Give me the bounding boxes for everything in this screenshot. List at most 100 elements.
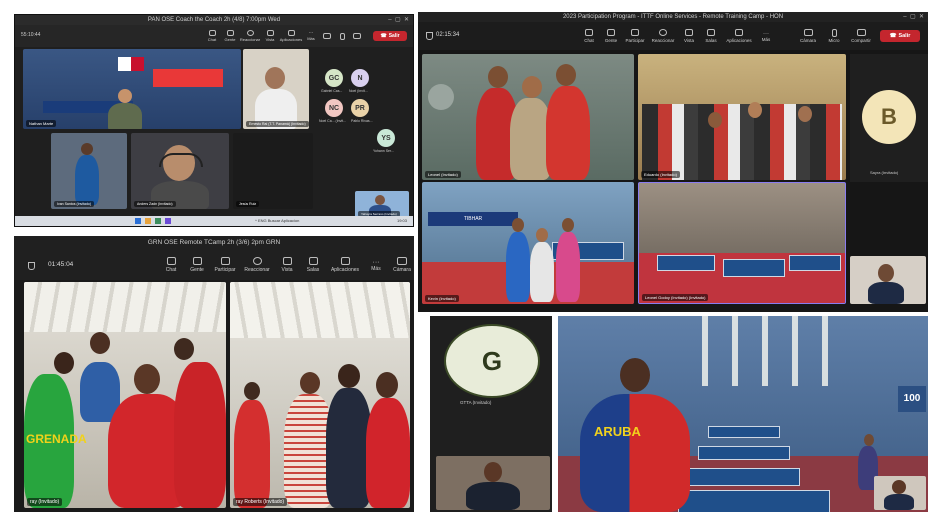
video-aruba-gym[interactable]: 100 ARUBA [558,316,928,512]
table-tennis-table [678,490,830,512]
tool-react[interactable]: Reaccionar [648,22,678,50]
person-head [54,352,74,374]
tool-more[interactable]: ··· Más [364,250,388,280]
person-body [506,232,530,302]
person-body [884,494,914,510]
window-title: PAN OSE Coach the Coach 2h (4/8) 7:00pm … [147,17,281,23]
tool-camera[interactable]: Cámara [388,250,414,280]
flag-panama [118,57,144,71]
tool-camera[interactable] [319,25,335,47]
tool-people[interactable]: Gente [221,25,239,47]
tool-view[interactable]: Vista [678,22,700,50]
taskbar-time: 19:03 [396,218,407,223]
avatar-label: Gabriel Cas... [321,89,343,93]
person-head [244,382,260,400]
tool-people[interactable]: Gente [184,250,210,280]
headset-icon [159,153,203,167]
video-tile-4[interactable]: Anders Zadn (Invitado) [131,133,229,209]
taskbar-icon[interactable] [145,218,151,224]
avatar-n[interactable]: N [351,69,369,87]
window-controls[interactable]: – ▢ ✕ [903,12,924,22]
person-head [864,434,874,446]
window-controls[interactable]: – ▢ ✕ [388,15,409,25]
tool-rooms[interactable]: Salas [700,22,722,50]
video-tile-1[interactable]: GRENADA ray (Invitado) [24,282,226,508]
person-head [118,89,132,103]
wall-sign: 100 [898,386,926,412]
video-tile-4[interactable]: Leonel Godoy (Invitado) (Invitado) [638,182,846,304]
tool-chat[interactable]: Chat [578,22,600,50]
avatar-gc[interactable]: GC [325,69,343,87]
tool-react[interactable]: Reaccionar [239,25,261,47]
video-tile-2[interactable]: ray Roberts (Invitado) [230,282,410,508]
emoji-icon [659,29,667,36]
avatar-nc[interactable]: NC [325,99,343,117]
tool-share[interactable] [349,25,365,47]
participant-name: Nathan Marte [26,120,57,127]
tool-rooms[interactable]: Salas [300,250,326,280]
video-tile-1[interactable]: Nathan Marte [23,49,241,129]
shirt-text: ARUBA [594,424,641,439]
person-head [375,195,385,205]
avatar-pr[interactable]: PR [351,99,369,117]
window-title-bar: 2023 Participation Program - ITTF Online… [418,12,928,22]
tool-apps[interactable]: Aplicaciones [326,250,364,280]
leave-button[interactable]: ☎ Salir [373,31,407,41]
leave-button[interactable]: ☎ Salir [880,30,920,42]
video-tile-2[interactable]: Eduardo (Invitado) [638,54,846,180]
meeting-timer: 55:10:44 [21,32,41,38]
tool-more[interactable]: ··· Más [756,22,776,50]
tool-raise-hand[interactable]: Participar [210,250,240,280]
participant-name: Leonel Godoy (Invitado) (Invitado) [642,294,709,301]
banner-text: TIBHAR [463,216,483,222]
tool-share[interactable]: Compartir [846,22,876,50]
avatar-b[interactable]: B [862,90,916,144]
person-body [530,242,554,302]
video-tile-6[interactable]: Yahayra Serrano (Invitado) [355,191,409,219]
tool-react[interactable]: Reaccionar [240,250,274,280]
person-head [556,64,576,86]
taskbar-icon[interactable] [165,218,171,224]
avatar-ys[interactable]: YS [377,129,395,147]
tool-more[interactable]: ··· Más [303,25,319,47]
tool-people[interactable]: Gente [600,22,622,50]
tool-mic[interactable] [335,25,349,47]
person-head [488,66,508,88]
windows-taskbar: ^ ENG Buscar Aplicacion 19:03 [15,216,413,226]
video-tile-5[interactable] [850,256,926,304]
emoji-icon [252,257,262,265]
window-title-bar: PAN OSE Coach the Coach 2h (4/8) 7:00pm … [15,15,413,25]
taskbar-icon[interactable] [155,218,161,224]
mic-icon [339,32,345,40]
self-view-tile[interactable] [436,456,550,510]
video-tile-2[interactable]: Ernesto Rai (T.T. Panamá) (Invitado) [243,49,309,129]
tool-raise-hand[interactable]: Participar [622,22,648,50]
plus-icon [340,257,350,265]
window-title: 2023 Participation Program - ITTF Online… [562,14,784,20]
person-body [174,362,226,508]
phone-icon: ☎ [380,33,387,39]
window-hon-training: 2023 Participation Program - ITTF Online… [418,12,928,312]
emoji-icon [246,30,254,36]
person-head [265,67,285,89]
avatar-label: GTTA (Invitado) [460,400,492,405]
person-head [878,264,894,282]
avatar-label: Pablo Rivas... [351,119,373,123]
tool-chat[interactable]: Chat [203,25,221,47]
video-tile-1[interactable]: Leonel (Invitado) [422,54,634,180]
start-icon[interactable] [135,218,141,224]
video-tile-3[interactable]: TIBHAR Kevin (Invitado) [422,182,634,304]
video-tile-3[interactable]: Ivan Santos (Invitado) [51,133,127,209]
meeting-toolbar: 55:10:44 Chat Gente Reaccionar Vista Apl… [15,25,413,47]
tool-chat[interactable]: Chat [158,250,184,280]
avatar-g[interactable]: G [444,324,540,398]
self-view-tile[interactable] [874,476,926,510]
video-tile-5[interactable]: Jesús Ruiz [233,133,313,209]
share-icon [856,29,866,36]
tool-apps[interactable]: Aplicaciones [279,25,303,47]
tool-mic[interactable]: Micro [822,22,846,50]
tool-apps[interactable]: Aplicaciones [722,22,756,50]
tool-view[interactable]: Vista [261,25,279,47]
tool-camera[interactable]: Cámara [794,22,822,50]
tool-view[interactable]: Vista [274,250,300,280]
